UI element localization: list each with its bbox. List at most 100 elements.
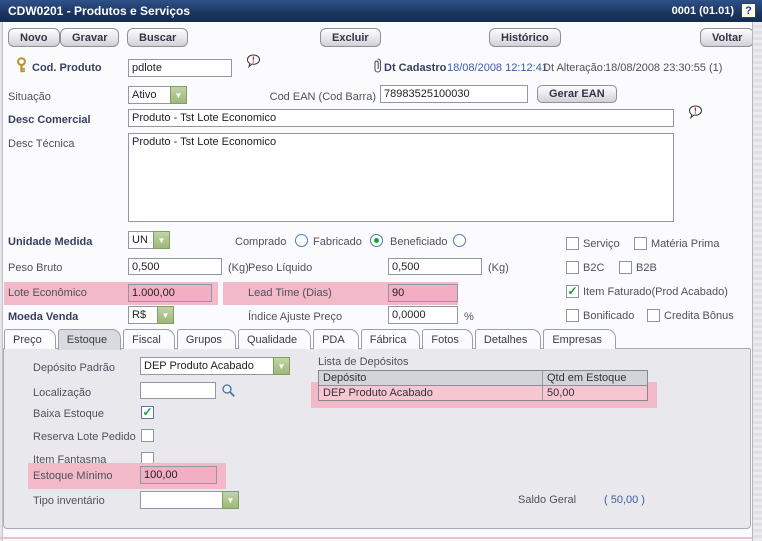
indice-ajuste-input[interactable] (388, 306, 458, 324)
peso-liquido-unit: (Kg) (488, 262, 509, 274)
gravar-button[interactable]: Gravar (60, 28, 119, 47)
saldo-geral-label: Saldo Geral (518, 494, 576, 506)
deposito-padrao-value: DEP Produto Acabado (140, 357, 273, 375)
bonificado-label: Bonificado (583, 310, 634, 322)
desc-tecnica-label: Desc Técnica (8, 138, 74, 150)
chevron-down-icon[interactable]: ▼ (157, 306, 174, 324)
unidade-medida-dropdown[interactable]: UN ▼ (128, 231, 170, 249)
servico-label: Serviço (583, 238, 620, 250)
dt-alteracao-value: 18/08/2008 23:30:55 (1) (605, 62, 722, 74)
paperclip-icon[interactable] (372, 57, 383, 77)
tipo-inventario-dropdown[interactable]: ▼ (140, 491, 239, 509)
window-title: CDW0201 - Produtos e Serviços (8, 4, 190, 18)
bonificado-checkbox[interactable] (566, 309, 579, 322)
situacao-dropdown[interactable]: Ativo ▼ (128, 86, 187, 104)
servico-checkbox[interactable] (566, 237, 579, 250)
column-header-qtd: Qtd em Estoque (543, 371, 647, 385)
chevron-down-icon[interactable]: ▼ (170, 86, 187, 104)
voltar-button[interactable]: Voltar (700, 28, 754, 47)
radio-comprado[interactable] (295, 234, 308, 247)
column-header-deposito: Depósito (319, 371, 543, 385)
radio-beneficiado-label: Beneficiado (390, 236, 448, 248)
peso-liquido-label: Peso Líquido (248, 262, 312, 274)
b2c-checkbox[interactable] (566, 261, 579, 274)
tab-pda[interactable]: PDA (313, 329, 359, 349)
indice-ajuste-label: Índice Ajuste Preço (248, 311, 342, 323)
lote-economico-input[interactable] (128, 284, 212, 302)
search-icon[interactable] (221, 383, 236, 401)
b2c-label: B2C (583, 262, 604, 274)
dt-cadastro-label: Dt Cadastro (384, 62, 446, 74)
tab-fabrica[interactable]: Fábrica (361, 329, 421, 349)
cod-produto-input[interactable] (128, 59, 232, 77)
tab-grupos[interactable]: Grupos (177, 329, 236, 349)
tab-qualidade[interactable]: Qualidade (238, 329, 311, 349)
situacao-value: Ativo (128, 86, 170, 104)
peso-liquido-input[interactable] (388, 258, 482, 275)
cod-ean-input[interactable] (380, 85, 528, 103)
chevron-down-icon[interactable]: ▼ (153, 231, 170, 249)
desc-comercial-label: Desc Comercial (8, 114, 91, 126)
unidade-medida-label: Unidade Medida (8, 236, 92, 248)
table-header-row: Depósito Qtd em Estoque (319, 371, 647, 386)
radio-fabricado-label: Fabricado (313, 236, 362, 248)
peso-bruto-unit: (Kg) (228, 262, 249, 274)
lista-depositos-table: Depósito Qtd em Estoque DEP Produto Acab… (318, 370, 648, 401)
version-label: 0001 (01.01) (672, 5, 734, 17)
gerar-ean-button[interactable]: Gerar EAN (537, 85, 617, 103)
situacao-label: Situação (8, 91, 51, 103)
reserva-lote-checkbox[interactable] (141, 429, 154, 442)
historico-button[interactable]: Histórico (489, 28, 561, 47)
window-bottom-edge (0, 537, 762, 539)
tab-fotos[interactable]: Fotos (422, 329, 473, 349)
baixa-estoque-checkbox[interactable] (141, 406, 154, 419)
app-window: CDW0201 - Produtos e Serviços 0001 (01.0… (0, 0, 762, 541)
key-icon (15, 57, 28, 77)
moeda-venda-dropdown[interactable]: R$ ▼ (128, 306, 174, 324)
chevron-down-icon[interactable]: ▼ (222, 491, 239, 509)
saldo-geral-value: ( 50,00 ) (604, 494, 645, 506)
title-bar: CDW0201 - Produtos e Serviços 0001 (01.0… (0, 0, 762, 22)
alert-balloon-icon[interactable]: ! (246, 54, 261, 75)
vertical-scrollbar[interactable] (752, 22, 762, 541)
alert-balloon-icon[interactable]: ! (688, 105, 703, 126)
tab-fiscal[interactable]: Fiscal (123, 329, 175, 349)
tipo-inventario-value (140, 491, 222, 509)
moeda-venda-label: Moeda Venda (8, 311, 78, 323)
tab-preco[interactable]: Preço (4, 329, 56, 349)
cell-deposito: DEP Produto Acabado (319, 386, 543, 400)
deposito-padrao-dropdown[interactable]: DEP Produto Acabado ▼ (140, 357, 290, 375)
tab-estoque[interactable]: Estoque (58, 329, 121, 350)
table-row[interactable]: DEP Produto Acabado 50,00 (319, 386, 647, 400)
excluir-button[interactable]: Excluir (320, 28, 381, 47)
materia-prima-checkbox[interactable] (634, 237, 647, 250)
radio-beneficiado[interactable] (453, 234, 466, 247)
b2b-label: B2B (636, 262, 657, 274)
lista-depositos-title: Lista de Depósitos (318, 356, 409, 368)
radio-fabricado[interactable] (370, 234, 383, 247)
cod-ean-label: Cod EAN (Cod Barra) (268, 91, 376, 103)
localizacao-input[interactable] (140, 382, 216, 399)
desc-comercial-input[interactable] (128, 109, 674, 127)
tab-detalhes[interactable]: Detalhes (475, 329, 541, 349)
desc-tecnica-textarea[interactable]: Produto - Tst Lote Economico (128, 133, 674, 222)
help-icon[interactable]: ? (741, 3, 756, 18)
radio-comprado-label: Comprado (235, 236, 286, 248)
buscar-button[interactable]: Buscar (127, 28, 188, 47)
tab-empresas[interactable]: Empresas (543, 329, 616, 349)
chevron-down-icon[interactable]: ▼ (273, 357, 290, 375)
estoque-minimo-input[interactable] (140, 466, 217, 484)
reserva-lote-label: Reserva Lote Pedido (33, 431, 136, 443)
lead-time-input[interactable] (388, 284, 458, 302)
materia-prima-label: Matéria Prima (651, 238, 719, 250)
credita-bonus-checkbox[interactable] (647, 309, 660, 322)
novo-button[interactable]: Novo (8, 28, 60, 47)
svg-text:!: ! (252, 56, 255, 65)
indice-ajuste-unit: % (464, 311, 474, 323)
cell-qtd: 50,00 (543, 386, 647, 400)
peso-bruto-input[interactable] (128, 258, 222, 275)
b2b-checkbox[interactable] (619, 261, 632, 274)
tab-bar: Preço Estoque Fiscal Grupos Qualidade PD… (4, 329, 618, 350)
cod-produto-label: Cod. Produto (32, 62, 102, 74)
item-faturado-checkbox[interactable] (566, 285, 579, 298)
